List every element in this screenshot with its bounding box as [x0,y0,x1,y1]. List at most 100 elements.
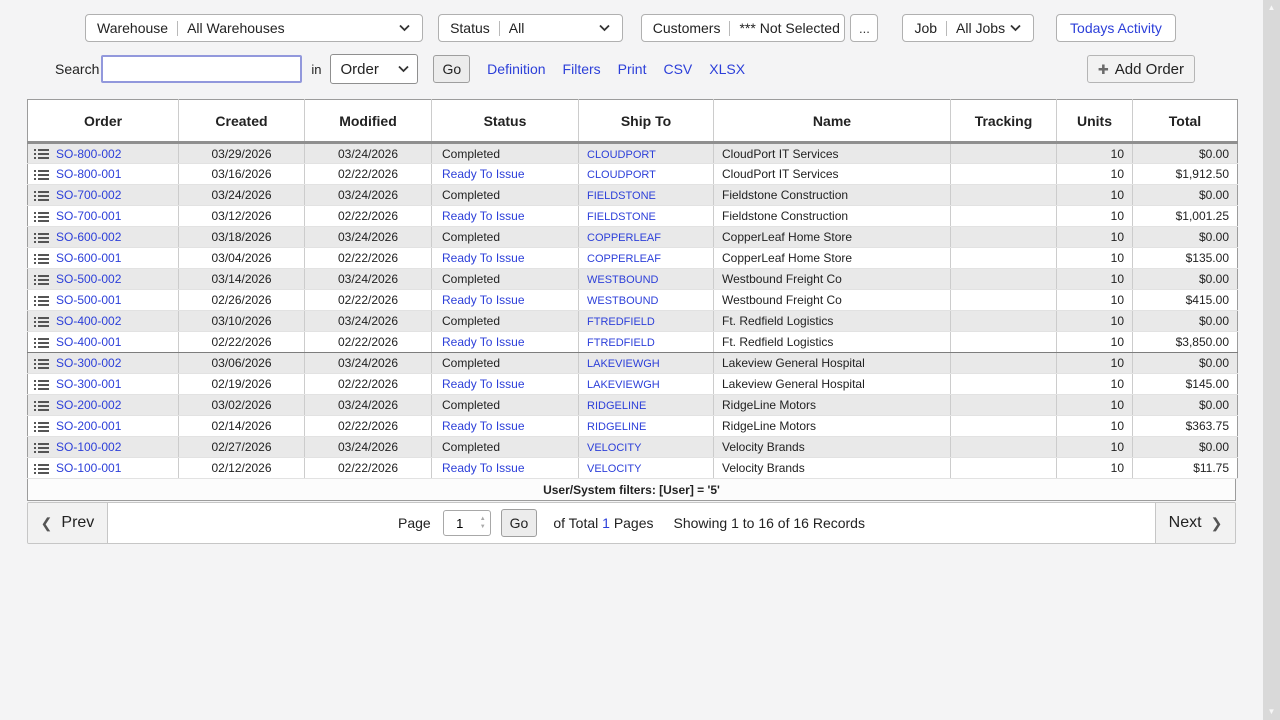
table-row[interactable]: SO-200-001 02/14/2026 02/22/2026 Ready T… [28,416,1238,437]
customers-more-button[interactable]: ... [850,14,878,42]
order-number-link[interactable]: SO-100-002 [56,440,121,454]
ship-to-link[interactable]: VELOCITY [587,463,641,475]
order-number-link[interactable]: SO-800-001 [56,167,121,181]
ship-to-link[interactable]: FTREDFIELD [587,337,655,349]
column-header-status[interactable]: Status [432,100,579,143]
todays-activity-button[interactable]: Todays Activity [1056,14,1176,42]
table-row[interactable]: SO-100-001 02/12/2026 02/22/2026 Ready T… [28,458,1238,479]
order-number-link[interactable]: SO-800-002 [56,147,121,161]
row-menu-icon[interactable] [34,421,49,433]
ship-to-link[interactable]: WESTBOUND [587,295,659,307]
order-number-link[interactable]: SO-500-001 [56,293,121,307]
prev-page-button[interactable]: ❮ Prev [28,503,108,543]
spinner-down-icon[interactable]: ▼ [480,524,486,530]
ship-to-link[interactable]: VELOCITY [587,442,641,454]
table-row[interactable]: SO-500-001 02/26/2026 02/22/2026 Ready T… [28,290,1238,311]
table-row[interactable]: SO-100-002 02/27/2026 03/24/2026 Complet… [28,437,1238,458]
order-number-link[interactable]: SO-400-002 [56,314,121,328]
status-value[interactable]: Ready To Issue [432,332,579,353]
row-menu-icon[interactable] [34,148,49,160]
ship-to-link[interactable]: COPPERLEAF [587,232,661,244]
order-number-link[interactable]: SO-100-001 [56,461,121,475]
page-go-button[interactable]: Go [501,509,538,537]
row-menu-icon[interactable] [34,211,49,223]
status-value[interactable]: Ready To Issue [432,164,579,185]
ship-to-link[interactable]: LAKEVIEWGH [587,358,660,370]
page-number-input[interactable] [444,516,476,531]
scroll-up-icon[interactable]: ▲ [1268,0,1276,16]
row-menu-icon[interactable] [34,442,49,454]
search-input[interactable] [101,55,302,83]
column-header-total[interactable]: Total [1133,100,1238,143]
column-header-shipto[interactable]: Ship To [579,100,714,143]
job-select[interactable]: All Jobs [947,15,1029,41]
row-menu-icon[interactable] [34,400,49,412]
add-order-button[interactable]: ✚ Add Order [1087,55,1195,83]
ship-to-link[interactable]: LAKEVIEWGH [587,379,660,391]
column-header-modified[interactable]: Modified [305,100,432,143]
column-header-name[interactable]: Name [714,100,951,143]
csv-link[interactable]: CSV [663,61,692,77]
status-value[interactable]: Ready To Issue [432,374,579,395]
ship-to-link[interactable]: RIDGELINE [587,400,646,412]
status-value[interactable]: Ready To Issue [432,290,579,311]
filters-link[interactable]: Filters [563,61,601,77]
column-header-order[interactable]: Order [28,100,179,143]
next-page-button[interactable]: Next ❯ [1155,503,1235,543]
status-value[interactable]: Ready To Issue [432,416,579,437]
table-row[interactable]: SO-800-002 03/29/2026 03/24/2026 Complet… [28,143,1238,164]
spinner-up-icon[interactable]: ▲ [480,516,486,522]
vertical-scrollbar[interactable]: ▲ ▼ [1263,0,1280,720]
ship-to-link[interactable]: FIELDSTONE [587,190,656,202]
ship-to-link[interactable]: CLOUDPORT [587,149,656,161]
table-row[interactable]: SO-400-001 02/22/2026 02/22/2026 Ready T… [28,332,1238,353]
order-number-link[interactable]: SO-700-002 [56,188,121,202]
table-row[interactable]: SO-700-002 03/24/2026 03/24/2026 Complet… [28,185,1238,206]
order-number-link[interactable]: SO-600-001 [56,251,121,265]
row-menu-icon[interactable] [34,358,49,370]
search-in-select[interactable]: Order [331,55,417,83]
table-row[interactable]: SO-600-002 03/18/2026 03/24/2026 Complet… [28,227,1238,248]
order-number-link[interactable]: SO-300-002 [56,356,121,370]
row-menu-icon[interactable] [34,253,49,265]
column-header-tracking[interactable]: Tracking [951,100,1057,143]
column-header-units[interactable]: Units [1057,100,1133,143]
order-number-link[interactable]: SO-200-002 [56,398,121,412]
customers-filter-group[interactable]: Customers *** Not Selected [641,14,846,42]
order-number-link[interactable]: SO-700-001 [56,209,121,223]
ship-to-link[interactable]: COPPERLEAF [587,253,661,265]
row-menu-icon[interactable] [34,169,49,181]
scroll-down-icon[interactable]: ▼ [1268,704,1276,720]
row-menu-icon[interactable] [34,274,49,286]
row-menu-icon[interactable] [34,316,49,328]
table-row[interactable]: SO-600-001 03/04/2026 02/22/2026 Ready T… [28,248,1238,269]
table-row[interactable]: SO-700-001 03/12/2026 02/22/2026 Ready T… [28,206,1238,227]
column-header-created[interactable]: Created [179,100,305,143]
order-number-link[interactable]: SO-600-002 [56,230,121,244]
order-number-link[interactable]: SO-300-001 [56,377,121,391]
status-select[interactable]: All [500,15,618,41]
row-menu-icon[interactable] [34,190,49,202]
row-menu-icon[interactable] [34,379,49,391]
print-link[interactable]: Print [618,61,647,77]
order-number-link[interactable]: SO-200-001 [56,419,121,433]
table-row[interactable]: SO-400-002 03/10/2026 03/24/2026 Complet… [28,311,1238,332]
row-menu-icon[interactable] [34,295,49,307]
table-row[interactable]: SO-800-001 03/16/2026 02/22/2026 Ready T… [28,164,1238,185]
table-row[interactable]: SO-300-002 03/06/2026 03/24/2026 Complet… [28,353,1238,374]
order-number-link[interactable]: SO-500-002 [56,272,121,286]
row-menu-icon[interactable] [34,337,49,349]
table-row[interactable]: SO-300-001 02/19/2026 02/22/2026 Ready T… [28,374,1238,395]
table-row[interactable]: SO-200-002 03/02/2026 03/24/2026 Complet… [28,395,1238,416]
row-menu-icon[interactable] [34,463,49,475]
status-value[interactable]: Ready To Issue [432,248,579,269]
ship-to-link[interactable]: FIELDSTONE [587,211,656,223]
ship-to-link[interactable]: WESTBOUND [587,274,659,286]
status-value[interactable]: Ready To Issue [432,458,579,479]
table-row[interactable]: SO-500-002 03/14/2026 03/24/2026 Complet… [28,269,1238,290]
ship-to-link[interactable]: FTREDFIELD [587,316,655,328]
xlsx-link[interactable]: XLSX [709,61,745,77]
definition-link[interactable]: Definition [487,61,545,77]
search-go-button[interactable]: Go [433,55,470,83]
ship-to-link[interactable]: CLOUDPORT [587,169,656,181]
